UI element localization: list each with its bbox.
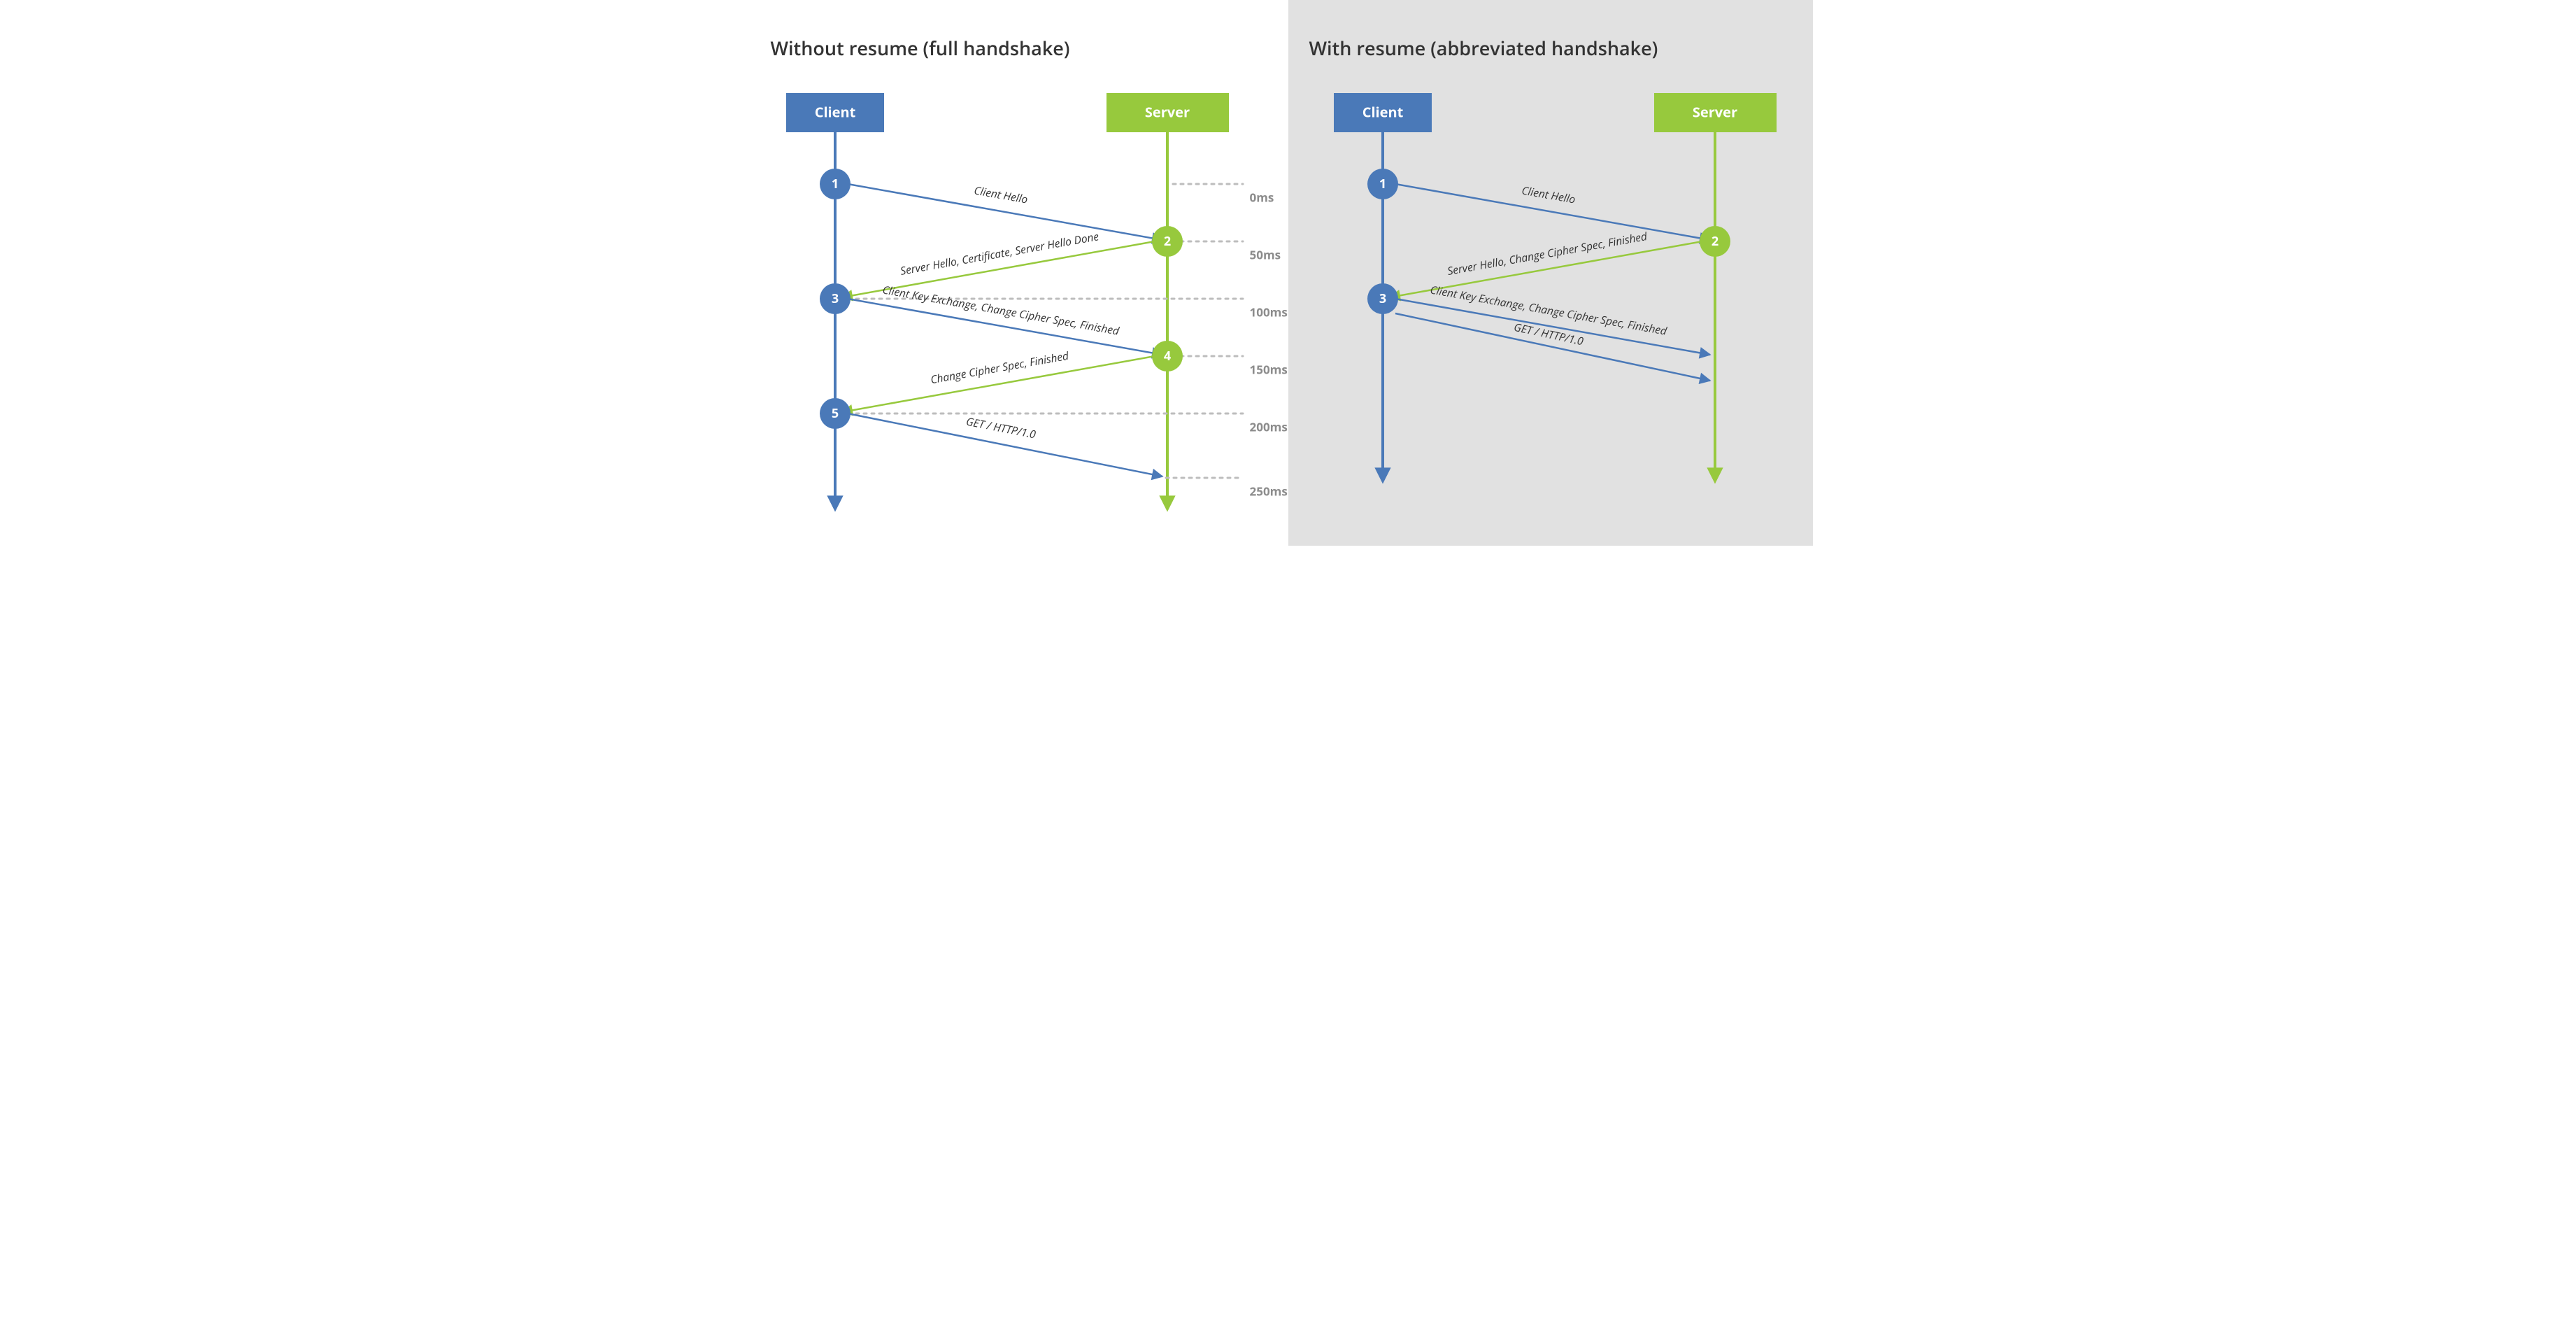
right-msg-3b-label: GET / HTTP/1.0 xyxy=(1512,319,1585,349)
left-msg-1-label-tp: Client Hello xyxy=(972,183,1028,207)
left-msg-4-label: Change Cipher Spec, Finished xyxy=(929,348,1070,388)
left-msg-5-label: GET / HTTP/1.0 xyxy=(965,413,1037,442)
left-node-5-num: 5 xyxy=(831,405,838,422)
left-server-label: Server xyxy=(1144,102,1189,121)
right-node-1-num: 1 xyxy=(1379,176,1386,192)
left-msg-3-label: Client Key Exchange, Change Cipher Spec,… xyxy=(881,281,1121,338)
diagram-svg: Client Server Client Hello Client Hello … xyxy=(764,0,1813,546)
left-client-label: Client xyxy=(814,102,855,121)
diagram-root: Without resume (full handshake) With res… xyxy=(764,0,1813,546)
left-msg-2-label: Server Hello, Certificate, Server Hello … xyxy=(899,228,1100,278)
right-node-3-num: 3 xyxy=(1379,290,1386,307)
left-node-1-num: 1 xyxy=(831,176,838,192)
left-node-4-num: 4 xyxy=(1163,348,1170,365)
left-msg-1-label: Client Hello xyxy=(736,0,791,3)
right-msg-2-label: Server Hello, Change Cipher Spec, Finish… xyxy=(1446,228,1649,278)
right-diagram: Client Server Client Hello Server Hello,… xyxy=(1334,93,1777,476)
right-client-label: Client xyxy=(1362,102,1403,121)
left-diagram: Client Server Client Hello Client Hello … xyxy=(736,0,1243,504)
right-msg-1-label: Client Hello xyxy=(1520,183,1576,207)
right-node-2-num: 2 xyxy=(1711,233,1718,250)
left-node-3-num: 3 xyxy=(831,290,838,307)
right-server-label: Server xyxy=(1692,102,1737,121)
left-node-2-num: 2 xyxy=(1163,233,1170,250)
